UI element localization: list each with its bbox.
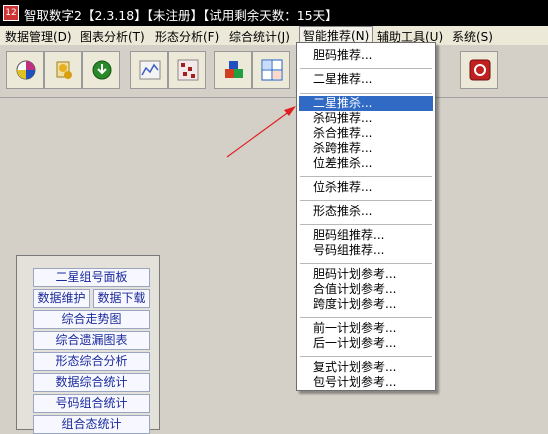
menu-separator	[300, 224, 432, 225]
menu-separator	[300, 200, 432, 201]
menu-separator	[300, 317, 432, 318]
menu-item-bold-code[interactable]: 胆码推荐...	[299, 48, 433, 63]
menu-separator	[300, 93, 432, 94]
menu-item-bold-group[interactable]: 胆码组推荐...	[299, 228, 433, 243]
menu-item-bold-plan[interactable]: 胆码计划参考...	[299, 267, 433, 282]
menu-item-shape-kill[interactable]: 形态推杀...	[299, 204, 433, 219]
menu-item-number-group[interactable]: 号码组推荐...	[299, 243, 433, 258]
menu-item-kill-sum[interactable]: 杀合推荐...	[299, 126, 433, 141]
menu-separator	[300, 68, 432, 69]
menu-item-kill-span[interactable]: 杀跨推荐...	[299, 141, 433, 156]
menu-separator	[300, 263, 432, 264]
menu-item-position-diff[interactable]: 位差推杀...	[299, 156, 433, 171]
menu-separator	[300, 356, 432, 357]
menu-item-two-star[interactable]: 二星推荐...	[299, 72, 433, 87]
menu-item-span-plan[interactable]: 跨度计划参考...	[299, 297, 433, 312]
menu-item-package-plan[interactable]: 包号计划参考...	[299, 375, 433, 390]
annotation-arrow	[226, 106, 296, 158]
menu-item-two-star-kill[interactable]: 二星推杀...	[299, 96, 433, 111]
menu-item-front-plan[interactable]: 前一计划参考...	[299, 321, 433, 336]
menu-separator	[300, 176, 432, 177]
menu-item-sum-plan[interactable]: 合值计划参考...	[299, 282, 433, 297]
smart-recommend-menu: 胆码推荐... 二星推荐... 二星推杀... 杀码推荐... 杀合推荐... …	[296, 42, 436, 391]
menu-item-compound-plan[interactable]: 复式计划参考...	[299, 360, 433, 375]
menu-item-kill-code[interactable]: 杀码推荐...	[299, 111, 433, 126]
menu-item-back-plan[interactable]: 后一计划参考...	[299, 336, 433, 351]
menu-item-position-kill[interactable]: 位杀推荐...	[299, 180, 433, 195]
